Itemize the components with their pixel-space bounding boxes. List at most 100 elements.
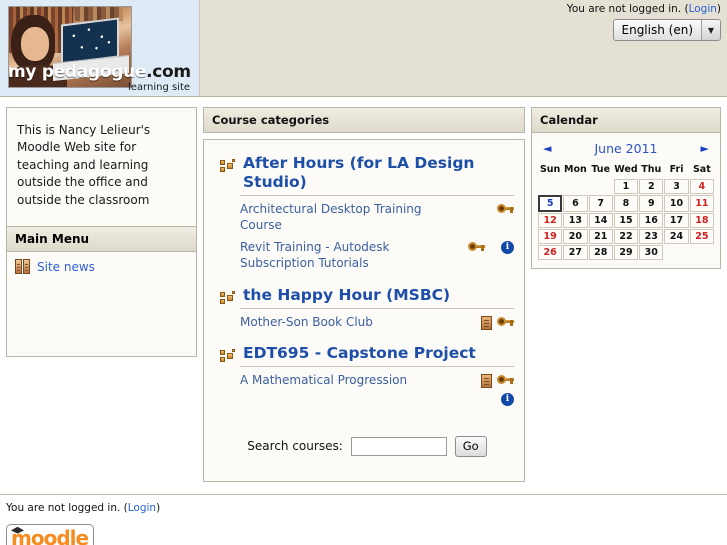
calendar-day-cell[interactable]: 14 <box>588 213 613 228</box>
search-courses-label: Search courses: <box>247 439 343 454</box>
calendar-empty-cell <box>664 245 688 260</box>
calendar-day-cell[interactable]: 10 <box>664 195 689 212</box>
calendar-days-body: 1 2 3 4 5 6 7 8 9 10 11 12 13 14 15 16 17 18 19 20 21 22 23 24 2… <box>538 179 714 260</box>
course-row[interactable]: A Mathematical Progression i <box>240 370 514 410</box>
calendar-day-cell[interactable]: 16 <box>639 213 664 228</box>
calendar-day-cell[interactable]: 26 <box>538 245 563 260</box>
course-row[interactable]: Revit Training - Autodesk Subscription T… <box>240 237 514 275</box>
language-selector[interactable]: English (en) ▼ <box>612 19 721 41</box>
calendar-day-cell[interactable]: 1 <box>613 179 639 194</box>
calendar-day-cell[interactable]: 4 <box>689 179 714 194</box>
key-icon[interactable] <box>468 241 485 253</box>
calendar-weekday-header: Mon <box>564 164 587 175</box>
enrol-icon[interactable] <box>481 315 492 330</box>
course-row[interactable]: Architectural Desktop Training Course <box>240 199 514 237</box>
enrol-icon[interactable] <box>481 373 492 388</box>
calendar-day-cell[interactable]: 27 <box>563 245 588 260</box>
calendar-day-cell[interactable]: 12 <box>538 213 563 228</box>
calendar-weekday-header: Tue <box>591 164 611 175</box>
info-icon[interactable]: i <box>501 241 514 255</box>
calendar-day-cell[interactable]: 9 <box>639 195 664 212</box>
sidebar-item-site-news[interactable]: Site news <box>15 259 188 274</box>
course-link[interactable]: Architectural Desktop Training Course <box>240 201 460 233</box>
course-categories-block: After Hours (for LA Design Studio) Archi… <box>203 139 525 482</box>
course-link[interactable]: A Mathematical Progression <box>240 372 460 388</box>
calendar-day-cell[interactable]: 13 <box>563 213 588 228</box>
calendar-day-cell[interactable]: 15 <box>613 213 639 228</box>
category-heading[interactable]: After Hours (for LA Design Studio) <box>220 154 514 192</box>
key-icon[interactable] <box>497 374 514 386</box>
site-description-text: This is Nancy Lelieur's Moodle Web site … <box>17 123 151 207</box>
calendar-day-cell[interactable]: 6 <box>563 195 588 212</box>
main-menu-title: Main Menu <box>7 226 196 252</box>
course-categories-body: After Hours (for LA Design Studio) Archi… <box>204 140 524 481</box>
center-column: Course categories After Hours (for LA De… <box>203 107 525 482</box>
calendar-day-cell[interactable]: 22 <box>613 229 639 244</box>
calendar-weekday-header: Thu <box>641 164 662 175</box>
calendar-title: Calendar <box>532 108 720 133</box>
search-go-button[interactable]: Go <box>454 435 487 457</box>
header-right-area: You are not logged in. (Login) English (… <box>567 3 721 41</box>
left-sidebar: This is Nancy Lelieur's Moodle Web site … <box>6 107 197 357</box>
calendar-day-cell[interactable]: 18 <box>689 213 714 228</box>
calendar-prev-month-arrow[interactable]: ◄ <box>543 142 551 155</box>
calendar-block: Calendar ◄ June 2011 ► Sun Mon Tue Wed Thu Fr… <box>531 107 721 269</box>
site-banner: my pedagogue.com learning site <box>0 0 200 96</box>
calendar-day-cell[interactable]: 24 <box>664 229 689 244</box>
header-login-link[interactable]: Login <box>689 3 717 15</box>
calendar-day-cell[interactable]: 23 <box>639 229 664 244</box>
site-logo-name: my pedagogue <box>8 62 147 82</box>
info-icon[interactable]: i <box>501 392 514 406</box>
calendar-day-cell[interactable]: 20 <box>563 229 588 244</box>
calendar-weekday-header: Sat <box>692 164 711 175</box>
calendar-day-cell[interactable]: 28 <box>588 245 613 260</box>
calendar-day-cell[interactable]: 29 <box>613 245 639 260</box>
category-link[interactable]: the Happy Hour (MSBC) <box>243 286 450 305</box>
moodle-logo[interactable]: moodle <box>6 524 94 545</box>
calendar-day-cell[interactable]: 19 <box>538 229 563 244</box>
calendar-day-cell[interactable]: 8 <box>613 195 639 212</box>
search-input[interactable] <box>350 436 447 456</box>
category-heading[interactable]: the Happy Hour (MSBC) <box>220 286 514 305</box>
course-link[interactable]: Revit Training - Autodesk Subscription T… <box>240 239 460 271</box>
site-tagline: learning site <box>128 82 191 93</box>
category-icon <box>220 290 236 305</box>
calendar-day-cell[interactable]: 17 <box>664 213 689 228</box>
course-link[interactable]: Mother-Son Book Club <box>240 314 460 330</box>
calendar-day-cell[interactable]: 25 <box>689 229 714 244</box>
calendar-day-cell[interactable]: 7 <box>588 195 613 212</box>
calendar-day-cell[interactable]: 21 <box>588 229 613 244</box>
calendar-day-cell[interactable]: 5 <box>538 195 563 212</box>
footer-login-link[interactable]: Login <box>128 502 156 514</box>
chevron-down-icon[interactable]: ▼ <box>701 20 720 40</box>
forum-icon <box>15 259 31 274</box>
key-icon[interactable] <box>497 316 514 328</box>
category-link[interactable]: EDT695 - Capstone Project <box>243 344 476 363</box>
calendar-table: Sun Mon Tue Wed Thu Fri Sat 1 2 3 4 5 6 7 8 9 10 11 12 13 1… <box>537 162 715 261</box>
calendar-day-cell[interactable]: 30 <box>639 245 664 260</box>
calendar-empty-cell <box>690 245 714 260</box>
calendar-empty-cell <box>589 179 613 194</box>
calendar-weekday-header: Fri <box>669 164 684 175</box>
header-login-info: You are not logged in. (Login) <box>567 3 721 15</box>
course-row[interactable]: Mother-Son Book Club <box>240 312 514 334</box>
category-link[interactable]: After Hours (for LA Design Studio) <box>243 154 514 192</box>
calendar-day-cell[interactable]: 11 <box>689 195 714 212</box>
calendar-day-cell[interactable]: 2 <box>639 179 664 194</box>
right-sidebar: Calendar ◄ June 2011 ► Sun Mon Tue Wed Thu Fr… <box>531 107 721 269</box>
course-icons: i <box>468 239 514 255</box>
calendar-month-label[interactable]: June 2011 <box>594 141 657 156</box>
category-block: EDT695 - Capstone Project A Mathematical… <box>220 344 514 410</box>
key-icon[interactable] <box>497 203 514 215</box>
sidebar-item-label[interactable]: Site news <box>37 260 95 274</box>
category-heading[interactable]: EDT695 - Capstone Project <box>220 344 514 363</box>
calendar-week-row: 1234 <box>538 179 714 194</box>
course-icons: i <box>468 372 514 406</box>
category-block: the Happy Hour (MSBC) Mother-Son Book Cl… <box>220 286 514 334</box>
calendar-body: ◄ June 2011 ► Sun Mon Tue Wed Thu Fri Sat 1234… <box>532 133 720 268</box>
calendar-day-cell[interactable]: 3 <box>664 179 689 194</box>
course-icons <box>468 314 514 330</box>
site-logo-tld: .com <box>146 62 191 82</box>
calendar-next-month-arrow[interactable]: ► <box>701 142 709 155</box>
site-description-block: This is Nancy Lelieur's Moodle Web site … <box>6 107 197 357</box>
